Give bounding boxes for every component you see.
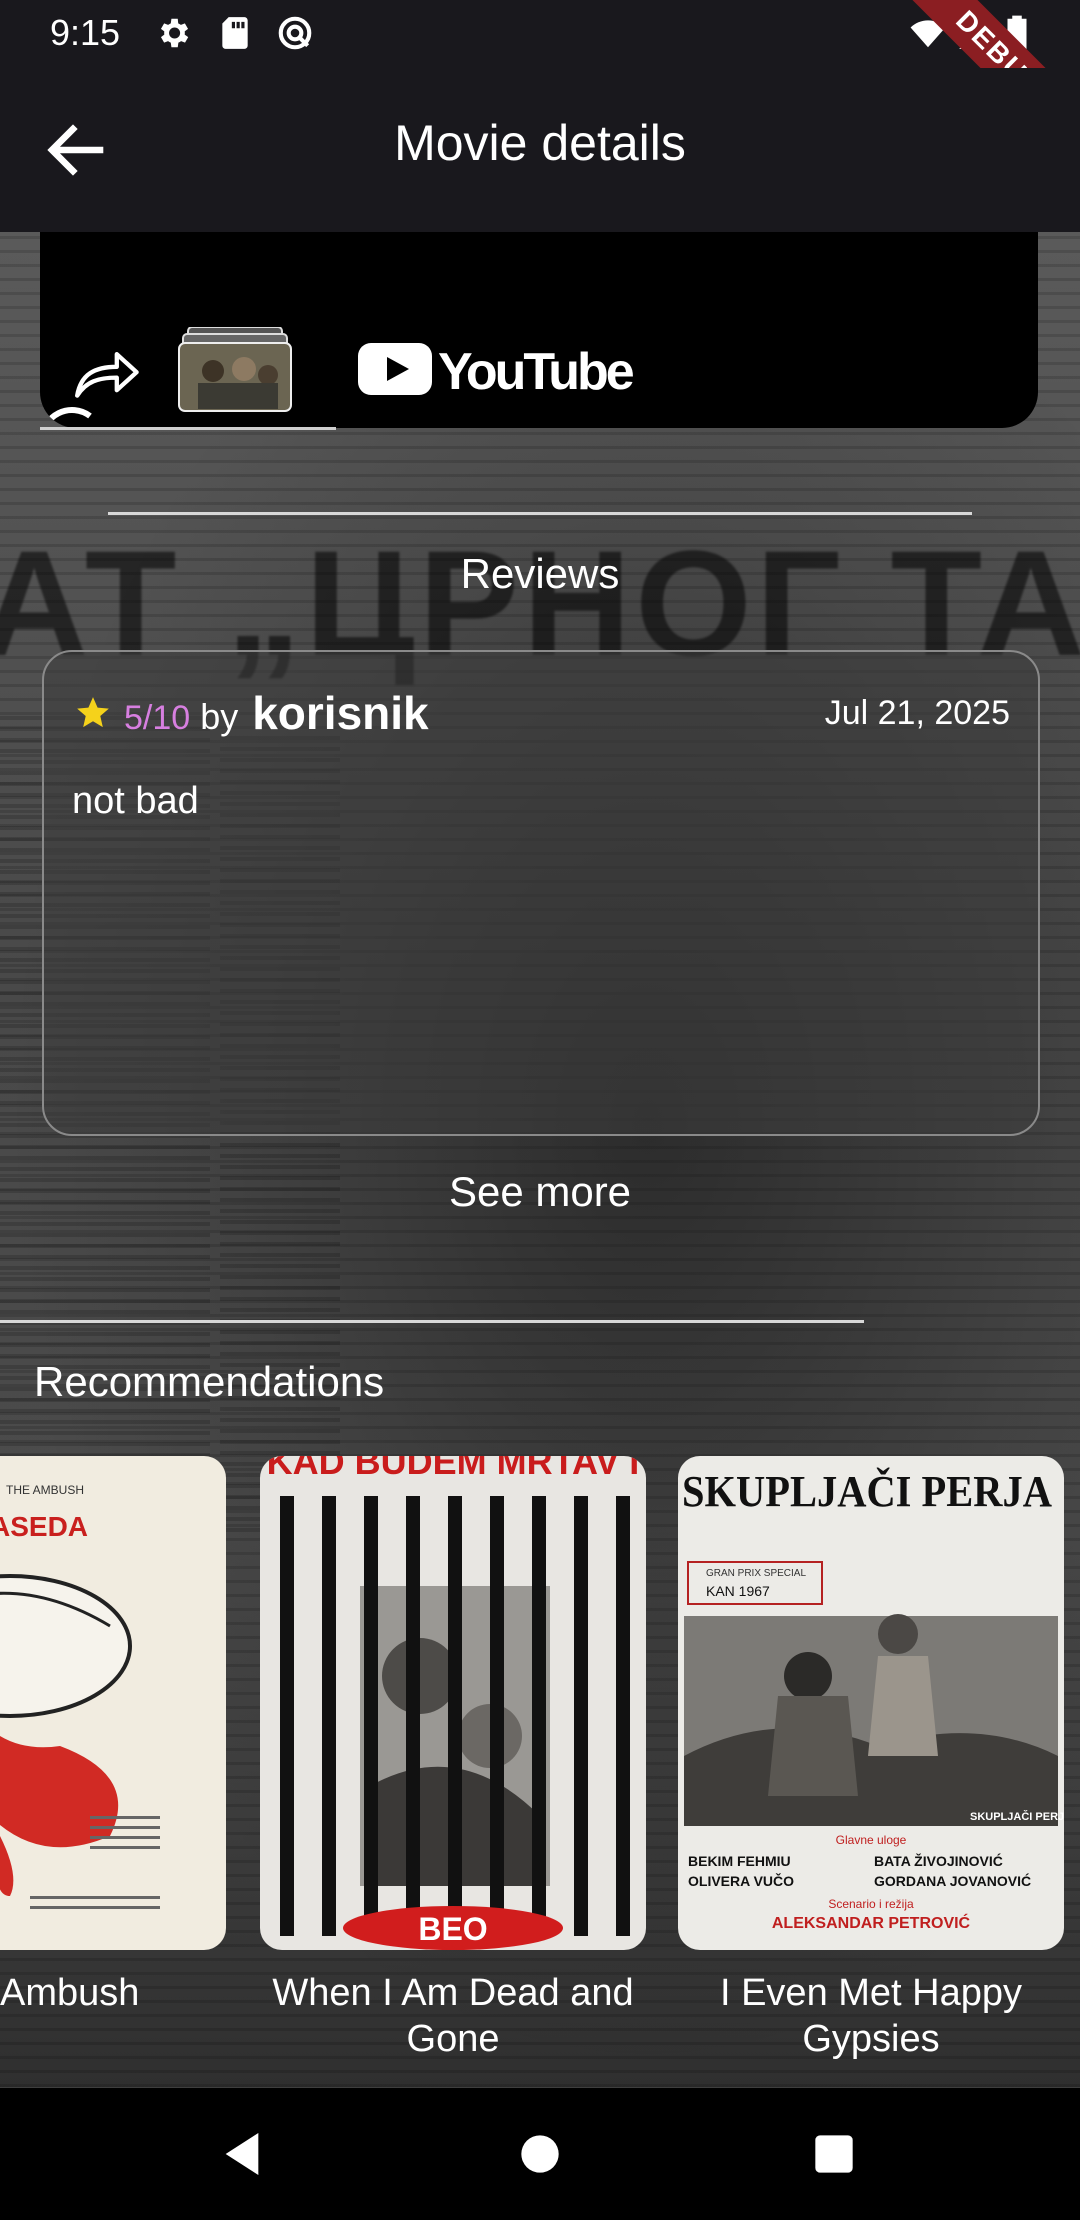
review-date: Jul 21, 2025	[824, 694, 1010, 732]
sd-card-icon	[222, 17, 248, 49]
gypsies-poster-header: SKUPLJAČI PERJA	[682, 1467, 1052, 1516]
gypsies-poster-cast-3: OLIVERA VUČO	[688, 1872, 794, 1889]
status-time: 9:15	[50, 12, 121, 53]
reviews-title: Reviews	[460, 550, 620, 597]
review-by-label: by	[200, 696, 239, 737]
back-triangle-icon[interactable]	[214, 2126, 270, 2182]
gypsies-poster-director: ALEKSANDAR PETROVIĆ	[772, 1913, 971, 1932]
review-author: korisnik	[252, 687, 429, 739]
ambush-poster-header: THE AMBUSH	[6, 1483, 84, 1497]
recommendation-poster-ambush[interactable]: THE AMBUSH ASEDA	[0, 1456, 226, 1950]
share-icon[interactable]	[70, 344, 142, 404]
gypsies-poster-cast-4: GORDANA JOVANOVIĆ	[874, 1872, 1031, 1889]
home-circle-icon[interactable]	[512, 2126, 568, 2182]
recents-square-icon[interactable]	[806, 2126, 862, 2182]
gypsies-poster-cast-1: BEKIM FEHMIU	[688, 1853, 791, 1869]
gypsies-poster-art: SKUPLJAČI PERJA GRAN PRIX SPECIAL KAN 19…	[682, 1467, 1064, 1932]
dead-poster-header: KAD BUDEM MRTAV I	[267, 1456, 640, 1482]
gypsies-poster-award-1: GRAN PRIX SPECIAL	[706, 1568, 806, 1579]
youtube-brand-text: YouTube	[438, 343, 635, 401]
trailer-player[interactable]: YouTube	[40, 232, 1038, 428]
recommendation-title-happy-gypsies[interactable]: I Even Met Happy Gypsies	[678, 1970, 1064, 2062]
gypsies-poster-cast-label: Glavne uloge	[836, 1833, 907, 1847]
gear-icon	[160, 18, 189, 48]
gypsies-poster-director-label: Scenario i režija	[828, 1897, 914, 1911]
recommendation-title-when-i-am-dead[interactable]: When I Am Dead and Gone	[260, 1970, 646, 2062]
recommendation-poster-happy-gypsies[interactable]: SKUPLJAČI PERJA GRAN PRIX SPECIAL KAN 19…	[678, 1456, 1064, 1950]
thumbnail-stack-icon[interactable]	[178, 327, 292, 412]
trailer-progress	[40, 427, 336, 430]
reviews-divider	[108, 512, 972, 515]
gypsies-poster-award-2: KAN 1967	[706, 1583, 770, 1599]
dead-poster-footer: BEO	[418, 1911, 487, 1947]
youtube-logo-icon	[358, 343, 432, 395]
dead-poster-art: KAD BUDEM MRTAV I BEO	[267, 1456, 640, 1950]
status-bar: 9:15 DEBUG	[0, 0, 1080, 178]
recommendations-title: Recommendations	[34, 1358, 385, 1405]
movie-details-screen: АТ „ЦРНОГ ТАЛ 9:15 DEBUG	[0, 0, 1080, 2220]
star-icon	[77, 697, 109, 728]
recommendation-title-ambush[interactable]: Ambush	[0, 1970, 160, 2016]
gypsies-poster-cast-2: BATA ŽIVOJINOVIĆ	[874, 1852, 1003, 1869]
app-bar: Movie details	[0, 68, 1080, 232]
review-text: not bad	[72, 780, 199, 822]
ambush-poster-word: ASEDA	[0, 1511, 88, 1542]
review-rating: 5/10	[124, 699, 191, 737]
review-card[interactable]: 5/10 by korisnik Jul 21, 2025 not bad	[42, 650, 1040, 1136]
ambush-poster-art: THE AMBUSH ASEDA	[0, 1483, 160, 1909]
sync-icon	[278, 16, 312, 50]
gypsies-poster-corner: SKUPLJAČI PERJA	[970, 1810, 1064, 1823]
page-title: Movie details	[394, 115, 686, 171]
recommendation-poster-when-i-am-dead[interactable]: KAD BUDEM MRTAV I BEO	[260, 1456, 646, 1950]
recommendations-divider	[0, 1320, 864, 1323]
system-nav-bar	[0, 2088, 1080, 2220]
see-more-button[interactable]: See more	[0, 1168, 1080, 1216]
review-header: 5/10 by korisnik	[74, 686, 429, 740]
